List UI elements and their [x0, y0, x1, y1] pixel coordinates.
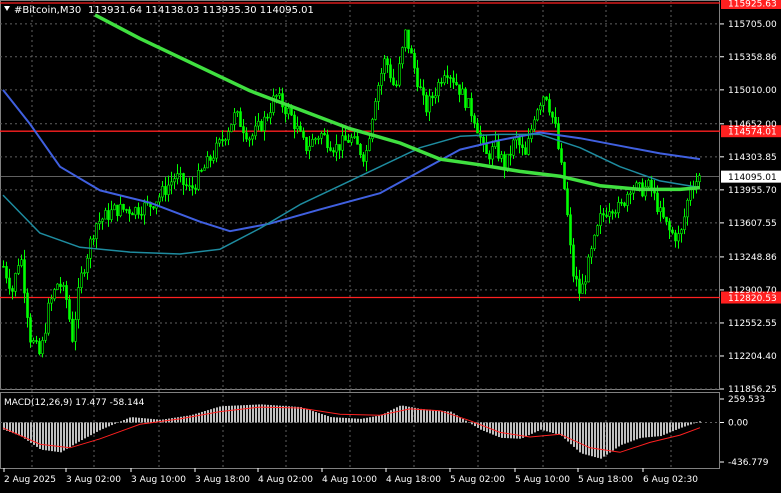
- macd-tick-label: -436.779: [728, 458, 769, 468]
- time-tick-label: 3 Aug 10:00: [131, 475, 186, 485]
- price-tick-label: 111856.25: [728, 385, 777, 395]
- time-tick-label: 5 Aug 18:00: [578, 475, 633, 485]
- price-tick-label: 112552.55: [728, 319, 777, 329]
- chart-header: #Bitcoin,M30 113931.64 114138.03 113935.…: [4, 5, 314, 16]
- price-tick-label: 113248.86: [728, 253, 777, 263]
- price-tick-label: 115358.86: [728, 53, 777, 63]
- time-tick-label: 5 Aug 10:00: [515, 475, 570, 485]
- time-tick-label: 3 Aug 18:00: [195, 475, 250, 485]
- level-price-label: 115925.63: [728, 0, 777, 10]
- macd-label: MACD(12,26,9) 17.477 -58.144: [4, 398, 145, 408]
- price-tick-label: 114303.85: [728, 153, 777, 163]
- time-tick-label: 4 Aug 02:00: [258, 475, 313, 485]
- price-tick-label: 113955.70: [728, 186, 777, 196]
- time-tick-label: 4 Aug 10:00: [322, 475, 377, 485]
- chart-terminal[interactable]: 115925.63 114574.01 112820.53 114095.01 259…: [0, 0, 781, 489]
- price-tick-label: 115705.00: [728, 20, 777, 30]
- macd-tick-label: 0.00: [728, 418, 748, 428]
- time-tick-label: 2 Aug 2025: [4, 475, 56, 485]
- time-tick-label: 6 Aug 02:30: [643, 475, 698, 485]
- time-tick-label: 5 Aug 02:00: [450, 475, 505, 485]
- macd-tick-label: 259.533: [728, 395, 765, 405]
- ohlc-values: 113931.64 114138.03 113935.30 114095.01: [88, 5, 314, 16]
- price-tick-label: 115010.00: [728, 86, 777, 96]
- price-tick-label: 112204.40: [728, 352, 777, 362]
- current-price-label: 114095.01: [728, 173, 777, 183]
- time-tick-label: 4 Aug 18:00: [386, 475, 441, 485]
- price-tick-label: 114652.00: [728, 120, 777, 130]
- price-chart[interactable]: 115925.63114574.01112820.53114095.01 259…: [0, 0, 781, 489]
- symbol-label: #Bitcoin,M30: [14, 5, 81, 16]
- time-tick-label: 3 Aug 02:00: [66, 475, 121, 485]
- price-tick-label: 113607.55: [728, 219, 777, 229]
- price-tick-label: 112900.70: [728, 286, 777, 296]
